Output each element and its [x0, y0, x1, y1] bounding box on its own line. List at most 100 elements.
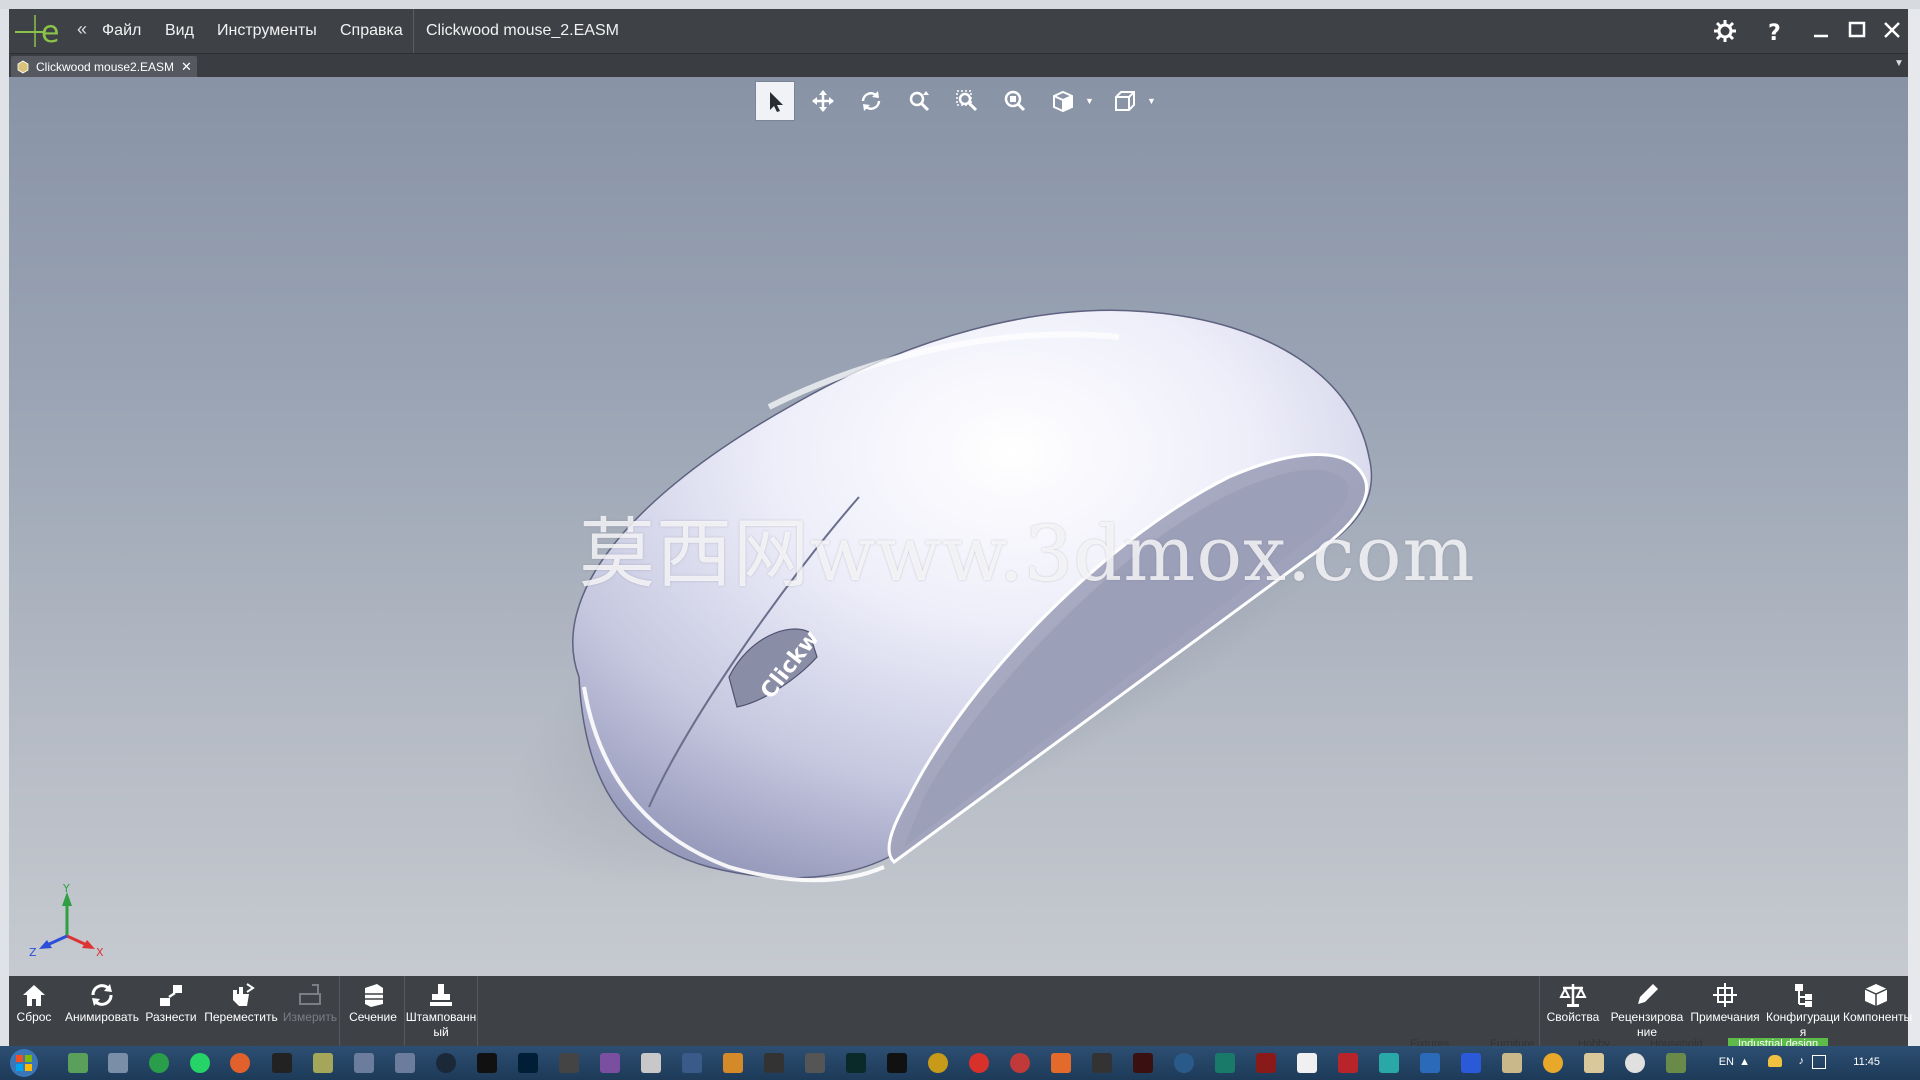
cloud-icon[interactable] — [1768, 1055, 1782, 1067]
taskbar-app-icon[interactable] — [1461, 1053, 1481, 1073]
taskbar-app-icon[interactable] — [477, 1053, 497, 1073]
taskbar-app-icon[interactable] — [682, 1053, 702, 1073]
display-style-dropdown-icon[interactable]: ▼ — [1147, 96, 1156, 106]
configurations-button[interactable]: Конфигураци я — [1763, 976, 1843, 1046]
taskbar-app-icon[interactable] — [723, 1053, 743, 1073]
taskbar-app-icon[interactable] — [108, 1053, 128, 1073]
animate-label: Анимировать — [64, 1010, 140, 1024]
measure-button[interactable]: Измерить — [280, 976, 340, 1046]
language-indicator[interactable]: EN — [1719, 1056, 1734, 1068]
reset-button[interactable]: Сброс — [9, 976, 59, 1046]
menu-file[interactable]: Файл — [102, 22, 141, 40]
tab-close-icon[interactable]: ✕ — [181, 59, 192, 75]
zoom-fit-button[interactable] — [995, 81, 1035, 121]
network-icon[interactable] — [1812, 1055, 1826, 1069]
taskbar-app-icon[interactable] — [395, 1053, 415, 1073]
taskbar-app-icon[interactable] — [1502, 1053, 1522, 1073]
taskbar-app-icon[interactable] — [354, 1053, 374, 1073]
review-button[interactable]: Рецензирова ние — [1607, 976, 1687, 1046]
taskbar-app-icon[interactable] — [272, 1053, 292, 1073]
taskbar-app-icon[interactable] — [1174, 1053, 1194, 1073]
tab-clickwood-mouse[interactable]: Clickwood mouse2.EASM ✕ — [11, 56, 197, 78]
windows-start-icon[interactable] — [4, 1047, 44, 1079]
menu-view[interactable]: Вид — [165, 22, 194, 40]
zoom-area-icon — [956, 90, 978, 112]
gear-icon[interactable] — [1712, 18, 1738, 44]
collapse-icon[interactable]: « — [77, 19, 87, 40]
taskbar-app-icon[interactable] — [1584, 1053, 1604, 1073]
pan-tool-button[interactable] — [803, 81, 843, 121]
markup-button[interactable]: Примечания — [1687, 976, 1763, 1046]
taskbar-app-icon[interactable] — [190, 1053, 210, 1073]
move-label: Переместить — [204, 1010, 278, 1024]
taskbar-app-icon[interactable] — [1338, 1053, 1358, 1073]
tab-label: Clickwood mouse2.EASM — [36, 60, 175, 74]
cursor-icon — [770, 92, 783, 112]
display-style-button[interactable] — [1105, 81, 1145, 121]
taskbar-app-icon[interactable] — [887, 1053, 907, 1073]
zoom-tool-button[interactable] — [899, 81, 939, 121]
taskbar-app-icon[interactable] — [230, 1053, 250, 1073]
taskbar-app-icon[interactable] — [1543, 1053, 1563, 1073]
taskbar-app-icon[interactable] — [928, 1053, 948, 1073]
rotate-tool-button[interactable] — [851, 81, 891, 121]
view-orientation-button[interactable] — [1043, 81, 1083, 121]
3d-viewport[interactable]: Clickw 莫西网www.3dmox.com ▼ ▼ Y X Z — [9, 77, 1908, 976]
taskbar-app-icon[interactable] — [436, 1053, 456, 1073]
home-icon — [23, 985, 45, 1006]
taskbar-app-icon[interactable] — [1133, 1053, 1153, 1073]
taskbar-app-icon[interactable] — [68, 1053, 88, 1073]
volume-icon[interactable]: ♪ — [1799, 1055, 1805, 1067]
taskbar-app-icon[interactable] — [559, 1053, 579, 1073]
tray-expand-icon[interactable]: ▲ — [1739, 1056, 1750, 1068]
left-window-strip — [0, 9, 9, 1046]
taskbar-edrawings-icon[interactable] — [1666, 1053, 1686, 1073]
zoom-icon — [909, 91, 930, 112]
document-title: Clickwood mouse_2.EASM — [426, 22, 619, 39]
taskbar-app-icon[interactable] — [641, 1053, 661, 1073]
zoom-area-button[interactable] — [947, 81, 987, 121]
axis-z-label: Z — [29, 946, 37, 959]
edrawings-logo-icon[interactable]: e — [13, 12, 75, 50]
section-button[interactable]: Сечение — [342, 976, 404, 1046]
clock[interactable]: 11:45 — [1853, 1056, 1880, 1068]
taskbar-app-icon[interactable] — [1256, 1053, 1276, 1073]
taskbar-app-icon[interactable] — [1379, 1053, 1399, 1073]
menu-help[interactable]: Справка — [340, 22, 403, 40]
view-toolbar: ▼ ▼ — [755, 81, 1185, 121]
stamp-button[interactable]: Штампованн ый — [405, 976, 477, 1046]
taskbar-app-icon[interactable] — [805, 1053, 825, 1073]
minimize-icon[interactable] — [1809, 18, 1835, 44]
move-component-button[interactable]: Переместить — [202, 976, 280, 1046]
taskbar-app-icon[interactable] — [846, 1053, 866, 1073]
taskbar-app-icon[interactable] — [600, 1053, 620, 1073]
close-icon[interactable] — [1880, 18, 1906, 44]
taskbar-app-icon[interactable] — [1420, 1053, 1440, 1073]
select-tool-button[interactable] — [755, 81, 795, 121]
taskbar-app-icon[interactable] — [518, 1053, 538, 1073]
right-scrollbar[interactable] — [1907, 9, 1920, 1046]
properties-button[interactable]: Свойства — [1540, 976, 1606, 1046]
taskbar-app-icon[interactable] — [1092, 1053, 1112, 1073]
explode-button[interactable]: Разнести — [145, 976, 197, 1046]
view-orientation-dropdown-icon[interactable]: ▼ — [1085, 96, 1094, 106]
taskbar-app-icon[interactable] — [1215, 1053, 1235, 1073]
review-label: Рецензирова ние — [1610, 1010, 1684, 1039]
taskbar-app-icon[interactable] — [1051, 1053, 1071, 1073]
taskbar-app-icon[interactable] — [1297, 1053, 1317, 1073]
components-button[interactable]: Компоненты — [1843, 976, 1912, 1046]
taskbar-app-icon[interactable] — [764, 1053, 784, 1073]
taskbar-app-icon[interactable] — [149, 1053, 169, 1073]
help-icon[interactable]: ? — [1762, 18, 1788, 44]
taskbar-app-icon[interactable] — [313, 1053, 333, 1073]
config-icon — [1795, 984, 1812, 1007]
windows-taskbar: EN ▲ ♪ 11:45 — [0, 1046, 1920, 1080]
svg-text:?: ? — [1768, 21, 1781, 44]
tab-list-dropdown-icon[interactable]: ▼ — [1892, 58, 1906, 74]
taskbar-app-icon[interactable] — [969, 1053, 989, 1073]
taskbar-chrome-icon[interactable] — [1625, 1053, 1645, 1073]
maximize-icon[interactable] — [1845, 18, 1871, 44]
menu-tools[interactable]: Инструменты — [217, 22, 317, 40]
taskbar-app-icon[interactable] — [1010, 1053, 1030, 1073]
animate-button[interactable]: Анимировать — [63, 976, 141, 1046]
